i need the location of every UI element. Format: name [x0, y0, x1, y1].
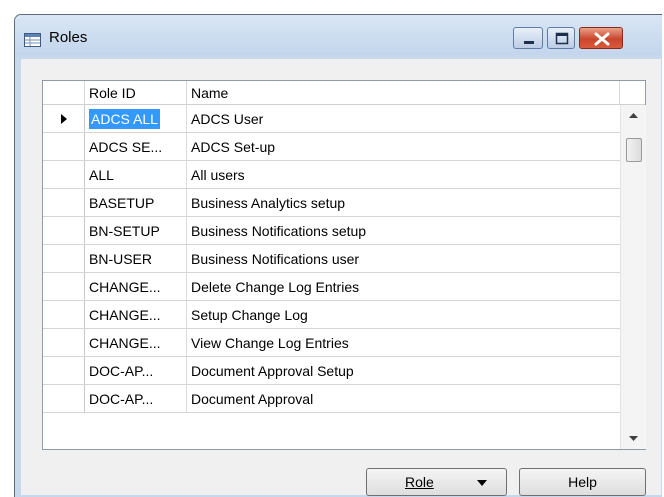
scroll-down-arrow-icon[interactable] [621, 429, 646, 449]
table-row[interactable]: BASETUP Business Analytics setup [43, 189, 620, 217]
cell-role-id[interactable]: CHANGE... [85, 301, 187, 328]
column-header-name[interactable]: Name [187, 81, 620, 104]
cell-name[interactable]: Document Approval Setup [187, 357, 620, 384]
row-selector[interactable] [43, 385, 85, 412]
close-button[interactable] [579, 27, 623, 49]
table-row[interactable]: BN-SETUP Business Notifications setup [43, 217, 620, 245]
minimize-button[interactable] [513, 27, 543, 49]
cell-role-id[interactable]: ADCS SE... [85, 133, 187, 160]
cell-name[interactable]: ADCS User [187, 105, 620, 132]
grid-header: Role ID Name [43, 81, 645, 105]
cell-name[interactable]: Delete Change Log Entries [187, 273, 620, 300]
cell-role-id[interactable]: BASETUP [85, 189, 187, 216]
cell-role-id[interactable]: DOC-AP... [85, 385, 187, 412]
cell-name[interactable]: ADCS Set-up [187, 133, 620, 160]
row-selector[interactable] [43, 161, 85, 188]
table-row[interactable]: ADCS ALL ADCS User [43, 105, 620, 133]
table-row[interactable]: CHANGE... Delete Change Log Entries [43, 273, 620, 301]
header-selector [43, 81, 85, 104]
current-row-arrow-icon [61, 114, 67, 124]
window-title: Roles [49, 29, 88, 46]
table-row[interactable]: ADCS SE... ADCS Set-up [43, 133, 620, 161]
roles-grid[interactable]: Role ID Name ADCS ALL ADCS User ADCS SE.… [42, 80, 646, 450]
row-selector[interactable] [43, 245, 85, 272]
selected-text: ADCS ALL [89, 109, 160, 129]
cell-name[interactable]: Document Approval [187, 385, 620, 412]
scroll-thumb[interactable] [626, 138, 642, 162]
help-button[interactable]: Help [519, 468, 646, 496]
vertical-scrollbar[interactable] [620, 105, 646, 449]
maximize-icon [555, 32, 569, 45]
row-selector[interactable] [43, 217, 85, 244]
table-row[interactable]: ALL All users [43, 161, 620, 189]
close-icon [594, 32, 610, 46]
cell-role-id[interactable]: ALL [85, 161, 187, 188]
row-selector[interactable] [43, 357, 85, 384]
column-header-role-id[interactable]: Role ID [85, 81, 187, 104]
table-row[interactable]: CHANGE... Setup Change Log [43, 301, 620, 329]
cell-name[interactable]: Business Analytics setup [187, 189, 620, 216]
scroll-up-arrow-icon[interactable] [621, 105, 646, 125]
cell-name[interactable]: View Change Log Entries [187, 329, 620, 356]
table-icon [24, 33, 41, 47]
cell-role-id[interactable]: DOC-AP... [85, 357, 187, 384]
table-row[interactable]: DOC-AP... Document Approval Setup [43, 357, 620, 385]
cell-role-id[interactable]: ADCS ALL [85, 105, 187, 132]
role-menu-button[interactable]: Role [366, 468, 507, 496]
cell-name[interactable]: Business Notifications setup [187, 217, 620, 244]
cell-role-id[interactable]: CHANGE... [85, 273, 187, 300]
title-bar[interactable]: Roles [15, 15, 662, 55]
minimize-icon [524, 41, 534, 44]
cell-role-id[interactable]: BN-USER [85, 245, 187, 272]
row-selector[interactable] [43, 133, 85, 160]
table-row[interactable]: BN-USER Business Notifications user [43, 245, 620, 273]
role-button-label: Role [405, 474, 434, 490]
roles-window: Roles Role ID Name ADCS ALL ADCS User AD… [14, 14, 662, 497]
cell-role-id[interactable]: BN-SETUP [85, 217, 187, 244]
row-selector[interactable] [43, 329, 85, 356]
row-selector[interactable] [43, 273, 85, 300]
cell-role-id[interactable]: CHANGE... [85, 329, 187, 356]
row-selector[interactable] [43, 105, 85, 132]
maximize-button[interactable] [547, 27, 575, 49]
table-row[interactable]: DOC-AP... Document Approval [43, 385, 620, 413]
cell-name[interactable]: All users [187, 161, 620, 188]
column-header-spacer [620, 81, 645, 104]
dialog-content: Role ID Name ADCS ALL ADCS User ADCS SE.… [21, 59, 661, 496]
cell-name[interactable]: Setup Change Log [187, 301, 620, 328]
table-row[interactable]: CHANGE... View Change Log Entries [43, 329, 620, 357]
chevron-down-icon [477, 480, 487, 486]
row-selector[interactable] [43, 189, 85, 216]
cell-name[interactable]: Business Notifications user [187, 245, 620, 272]
row-selector[interactable] [43, 301, 85, 328]
